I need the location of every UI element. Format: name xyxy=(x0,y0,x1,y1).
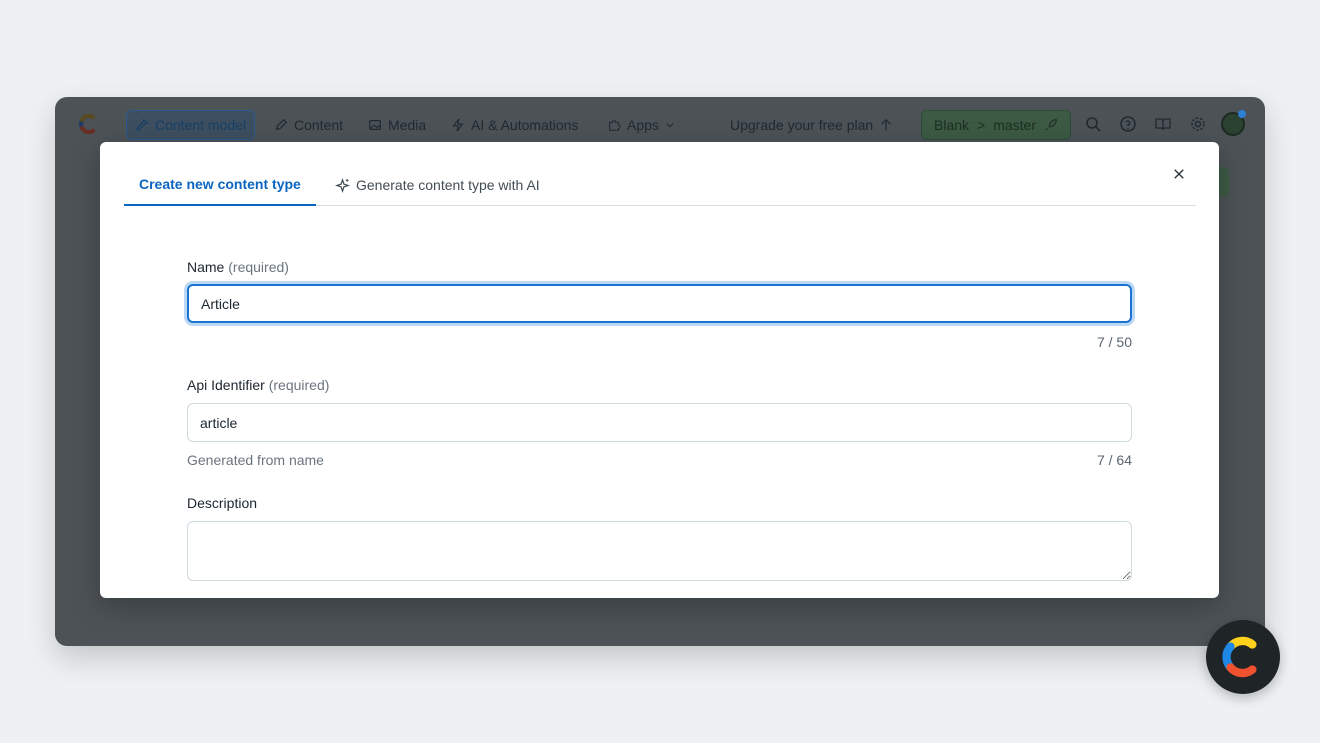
tab-create-new-content-type[interactable]: Create new content type xyxy=(124,164,316,206)
description-textarea[interactable] xyxy=(187,521,1132,581)
nav-content-model-label: Content model xyxy=(155,117,247,133)
env-branch-label: master xyxy=(993,117,1036,133)
name-input[interactable] xyxy=(187,284,1132,323)
name-label-text: Name xyxy=(187,259,225,275)
nav-content-model[interactable]: Content model xyxy=(126,110,256,140)
tab-ai-label: Generate content type with AI xyxy=(356,177,540,193)
book-icon[interactable] xyxy=(1154,115,1172,133)
tab-generate-with-ai[interactable]: Generate content type with AI xyxy=(320,164,555,206)
api-identifier-required-text: (required) xyxy=(268,377,330,393)
nav-apps-label: Apps xyxy=(627,117,659,133)
close-icon xyxy=(1174,169,1184,179)
name-required-text: (required) xyxy=(228,259,289,275)
wrench-icon xyxy=(135,118,149,132)
description-field-label: Description xyxy=(187,495,257,511)
api-identifier-label-text: Api Identifier xyxy=(187,377,265,393)
arrow-up-icon xyxy=(881,118,892,131)
rocket-icon xyxy=(1045,119,1057,131)
upgrade-plan-label: Upgrade your free plan xyxy=(730,117,874,133)
nav-media[interactable]: Media xyxy=(360,110,434,140)
nav-apps[interactable]: Apps xyxy=(599,110,683,140)
contentful-logo-icon xyxy=(1222,636,1257,678)
sparkle-icon xyxy=(335,177,350,193)
api-identifier-hint: Generated from name xyxy=(187,452,324,468)
pencil-icon xyxy=(275,118,288,131)
nav-content[interactable]: Content xyxy=(266,110,351,140)
tab-create-label: Create new content type xyxy=(139,176,301,192)
environment-switcher[interactable]: Blank > master xyxy=(921,110,1071,140)
chevron-down-icon xyxy=(666,123,674,128)
contentful-brand-badge xyxy=(1206,620,1280,694)
contentful-logo[interactable] xyxy=(77,112,101,136)
env-separator: > xyxy=(977,117,986,133)
name-char-counter: 7 / 50 xyxy=(1096,334,1132,350)
close-button[interactable] xyxy=(1169,164,1189,184)
name-field-label: Name (required) xyxy=(187,259,289,275)
lightning-icon xyxy=(452,118,464,132)
nav-content-label: Content xyxy=(294,117,344,133)
nav-media-label: Media xyxy=(388,117,427,133)
gear-icon[interactable] xyxy=(1189,115,1207,133)
upgrade-plan-link[interactable]: Upgrade your free plan xyxy=(722,110,901,140)
env-space-label: Blank xyxy=(933,117,970,133)
nav-ai-automations-label: AI & Automations xyxy=(471,117,579,133)
nav-ai-automations[interactable]: AI & Automations xyxy=(443,110,586,140)
api-identifier-input[interactable] xyxy=(187,403,1132,442)
dialog-tabs: Create new content type Generate content… xyxy=(124,164,1196,206)
help-icon[interactable] xyxy=(1119,115,1137,133)
image-icon xyxy=(369,120,381,130)
api-identifier-field-label: Api Identifier (required) xyxy=(187,377,329,393)
description-label-text: Description xyxy=(187,495,258,511)
notification-dot xyxy=(1238,110,1246,118)
search-icon[interactable] xyxy=(1084,115,1102,133)
create-content-type-dialog: Create new content type Generate content… xyxy=(100,142,1219,598)
puzzle-icon xyxy=(609,120,621,131)
api-identifier-char-counter: 7 / 64 xyxy=(1096,452,1132,468)
